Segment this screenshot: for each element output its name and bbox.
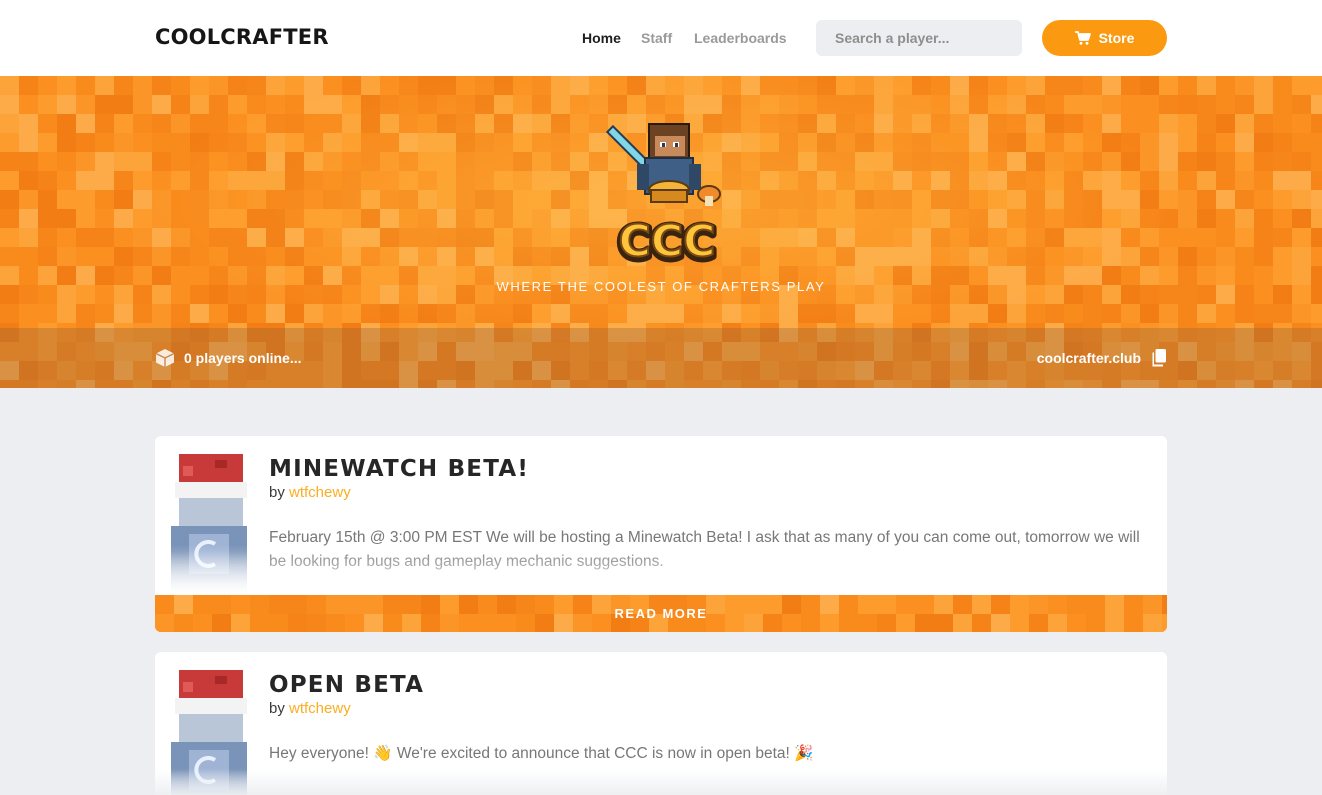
players-online-text: 0 players online... [184, 350, 302, 366]
read-more-label: READ MORE [614, 606, 708, 621]
cube-icon [155, 349, 175, 367]
store-button[interactable]: Store [1042, 20, 1167, 56]
site-logo-text[interactable]: COOLCRAFTER [155, 25, 329, 49]
server-ip-text: coolcrafter.club [1036, 350, 1141, 366]
cart-icon [1074, 31, 1091, 45]
read-more-button[interactable]: READ MORE [155, 595, 1167, 632]
nav-leaderboards[interactable]: Leaderboards [694, 30, 787, 46]
server-logo: CCC CCC [605, 123, 721, 268]
post-title[interactable]: OPEN BETA [269, 672, 424, 698]
copy-icon[interactable] [1151, 348, 1167, 368]
post-title[interactable]: MINEWATCH BETA! [269, 456, 529, 482]
nav-staff[interactable]: Staff [641, 30, 672, 46]
store-button-label: Store [1098, 30, 1135, 46]
post-excerpt: February 15th @ 3:00 PM EST We will be h… [269, 529, 1140, 570]
post-author-link[interactable]: wtfchewy [289, 700, 351, 717]
logo-text: CCC [619, 216, 716, 267]
post-excerpt: Hey everyone! 👋 We're excited to announc… [269, 745, 814, 762]
server-status-bar: 0 players online... coolcrafter.club [0, 328, 1322, 388]
post-byline: by wtfchewy [269, 484, 351, 501]
player-search-input[interactable] [816, 20, 1022, 56]
copy-server-ip[interactable]: coolcrafter.club [1037, 348, 1167, 368]
nav-home[interactable]: Home [582, 30, 621, 46]
news-post: MINEWATCH BETA! by wtfchewy February 15t… [155, 436, 1167, 632]
top-navbar: COOLCRAFTER Home Staff Leaderboards Stor… [0, 0, 1322, 76]
byline-prefix: by [269, 700, 285, 717]
hero-banner: CCC CCC WHERE THE COOLEST OF CRAFTERS PL… [0, 76, 1322, 388]
hero-tagline: WHERE THE COOLEST OF CRAFTERS PLAY [496, 279, 826, 294]
players-online: 0 players online... [155, 348, 302, 368]
post-byline: by wtfchewy [269, 700, 351, 717]
byline-prefix: by [269, 484, 285, 501]
post-author-link[interactable]: wtfchewy [289, 484, 351, 501]
author-avatar [171, 454, 251, 594]
page-bottom-fade [0, 770, 1322, 795]
